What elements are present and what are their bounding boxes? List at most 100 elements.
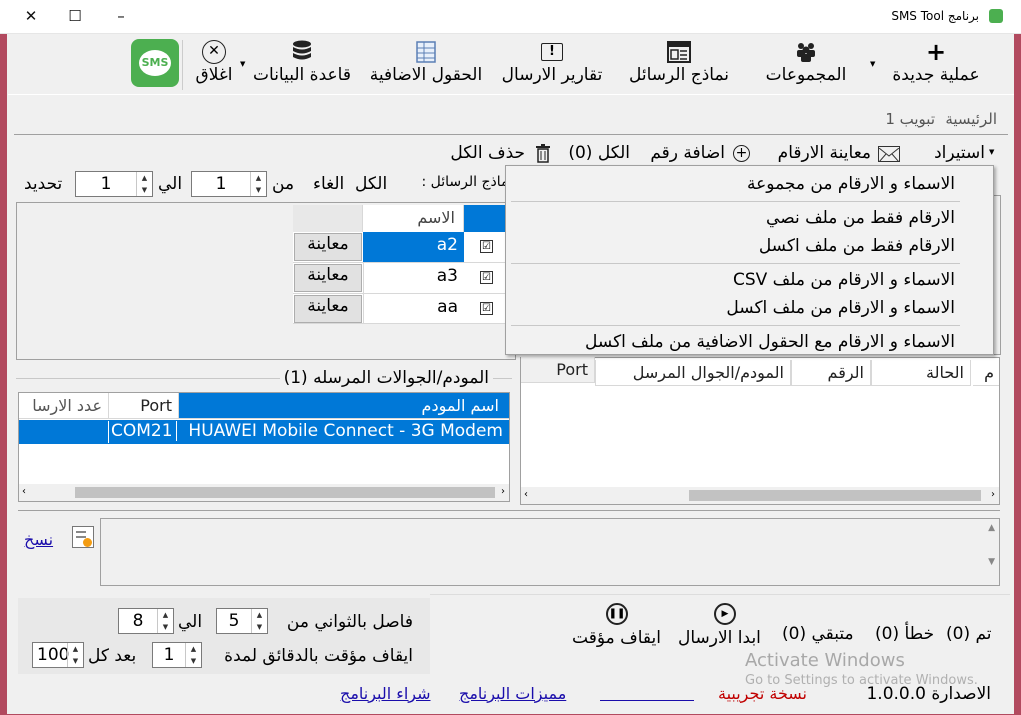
menu-separator: [511, 263, 960, 264]
interval-from-spinner[interactable]: 5 ▲ ▼: [216, 608, 268, 634]
contact-name: aa: [363, 294, 464, 324]
table-row[interactable]: HUAWEI Mobile Connect - 3G Modem COM21: [19, 420, 509, 444]
close-window-button[interactable]: ✕: [8, 0, 54, 32]
row-checkbox[interactable]: ☑: [480, 302, 493, 315]
window-title: برنامج SMS Tool: [891, 9, 979, 23]
menu-separator: [511, 325, 960, 326]
filter-all-link[interactable]: الكل: [355, 174, 387, 194]
maximize-window-button[interactable]: ☐: [52, 0, 98, 32]
splitter[interactable]: [18, 510, 1000, 518]
filter-cancel-link[interactable]: الغاء: [313, 174, 344, 194]
interval-to-spinner[interactable]: 8 ▲ ▼: [118, 608, 174, 634]
log-table: م الحالة الرقم المودم/الجوال المرسل Port…: [520, 357, 1000, 505]
log-number-header: الرقم: [791, 360, 871, 386]
footer-link-underline: [600, 700, 694, 701]
tab-home[interactable]: الرئيسية: [945, 110, 997, 128]
filter-from-label: من: [272, 174, 295, 194]
extra-fields-label: الحقول الاضافية: [369, 65, 483, 85]
after-count-spinner[interactable]: 100 ▲ ▼: [32, 642, 84, 668]
new-operation-button[interactable]: + عملية جديدة ▼: [870, 38, 992, 90]
row-checkbox[interactable]: ☑: [480, 240, 493, 253]
modems-table: اسم المودم Port عدد الارسا HUAWEI Mobile…: [18, 392, 510, 502]
import-button[interactable]: استيراد: [934, 143, 985, 163]
check-column-header: [464, 205, 506, 233]
filter-from-spinner[interactable]: 1 ▲ ▼: [191, 171, 267, 197]
features-link[interactable]: مميزات البرنامج: [459, 684, 566, 703]
start-sending-button[interactable]: ابدا الارسال: [678, 628, 761, 648]
delete-all-button[interactable]: حذف الكل: [450, 143, 525, 163]
pause-button[interactable]: ايقاف مؤقت: [572, 628, 661, 648]
envelope-icon: [878, 146, 900, 163]
message-textarea[interactable]: ▲ ▼: [100, 518, 1000, 586]
add-number-button[interactable]: اضافة رقم: [650, 143, 725, 163]
modem-count: [19, 421, 109, 443]
buy-link[interactable]: شراء البرنامج: [340, 684, 431, 703]
add-circle-icon: +: [733, 145, 750, 162]
template-icon: [620, 38, 738, 66]
fields-icon: [362, 38, 490, 66]
name-column-header: الاسم: [363, 205, 464, 233]
modem-name: HUAWEI Mobile Connect - 3G Modem: [188, 421, 503, 441]
modem-port-header: Port: [109, 393, 179, 419]
row-checkbox[interactable]: ☑: [480, 271, 493, 284]
app-icon: [989, 9, 1003, 23]
log-port-header: Port: [521, 357, 595, 383]
tab-1[interactable]: تبويب 1: [885, 110, 935, 128]
message-templates-label: نماذج الرسائل: [629, 65, 729, 85]
table-row[interactable]: معاينة a3 ☑: [293, 262, 506, 293]
templates-filter-label: نماذج الرسائل :: [421, 174, 513, 190]
pause-icon: ❚❚: [606, 603, 628, 625]
filter-to-spinner[interactable]: 1 ▲ ▼: [75, 171, 153, 197]
close-app-label: اغلاق: [195, 65, 233, 85]
report-icon: !: [496, 38, 608, 66]
modems-scrollbar[interactable]: ‹ ›: [19, 484, 509, 501]
menu-item-import-excel-numbers[interactable]: الارقام فقط من ملف اكسل: [759, 236, 955, 256]
sending-reports-label: تقارير الارسال: [501, 65, 603, 85]
view-numbers-button[interactable]: معاينة الارقام: [778, 143, 871, 163]
activation-watermark: Activate Windows: [745, 650, 905, 671]
copy-icon: [72, 526, 94, 548]
all-count-label: (0) الكل: [568, 143, 630, 163]
minimize-icon: –: [117, 7, 125, 25]
preview-button[interactable]: معاينة: [294, 264, 362, 292]
extra-fields-button[interactable]: الحقول الاضافية: [362, 38, 490, 90]
table-row[interactable]: معاينة aa ☑: [293, 293, 506, 324]
preview-button[interactable]: معاينة: [294, 233, 362, 261]
remaining-status: (0) متبقي: [782, 624, 854, 644]
modem-name-header: اسم المودم: [179, 393, 509, 419]
menu-item-import-csv[interactable]: الاسماء و الارقام من ملف CSV: [733, 270, 955, 290]
import-dropdown-menu: الاسماء و الارقام من مجموعة الارقام فقط …: [505, 165, 994, 355]
copy-link[interactable]: نسخ: [24, 530, 53, 549]
database-icon: [246, 38, 358, 66]
dropdown-arrow-icon: ▼: [870, 60, 876, 68]
menu-item-import-text-file[interactable]: الارقام فقط من ملف نصي: [766, 208, 955, 228]
users-icon: [756, 38, 856, 66]
close-app-button[interactable]: ✕ اغلاق: [186, 38, 242, 90]
contact-name: a2: [363, 232, 464, 262]
sending-reports-button[interactable]: ! تقارير الارسال: [496, 38, 608, 90]
log-status-header: الحالة: [871, 360, 971, 386]
preview-button[interactable]: معاينة: [294, 295, 362, 323]
contacts-header: الاسم: [293, 205, 506, 233]
contact-name: a3: [363, 263, 464, 293]
play-icon: ▶: [714, 603, 736, 625]
menu-item-import-excel-fields[interactable]: الاسماء و الارقام مع الحقول الاضافية من …: [585, 332, 955, 352]
done-status: (0) تم: [946, 624, 992, 644]
minimize-window-button[interactable]: –: [98, 0, 144, 32]
table-row[interactable]: معاينة a2 ☑: [293, 232, 506, 262]
groups-button[interactable]: المجموعات: [756, 38, 856, 90]
tab-line: [14, 134, 1008, 135]
trash-icon: [533, 143, 553, 163]
plus-icon: +: [925, 38, 947, 66]
message-templates-button[interactable]: نماذج الرسائل: [620, 38, 738, 90]
pause-minutes-spinner[interactable]: 1 ▲ ▼: [152, 642, 202, 668]
log-scrollbar[interactable]: ‹ ›: [521, 487, 999, 504]
toolbar-bottom-line: [8, 94, 1014, 95]
toolbar-divider: [182, 40, 183, 90]
menu-item-import-excel[interactable]: الاسماء و الارقام من ملف اكسل: [726, 298, 955, 318]
database-button[interactable]: قاعدة البيانات ▼: [240, 38, 358, 90]
refresh-button[interactable]: تحديد: [24, 174, 62, 194]
menu-separator: [511, 201, 960, 202]
menu-item-import-group[interactable]: الاسماء و الارقام من مجموعة: [747, 174, 955, 194]
modem-count-header: عدد الارسا: [19, 393, 109, 419]
